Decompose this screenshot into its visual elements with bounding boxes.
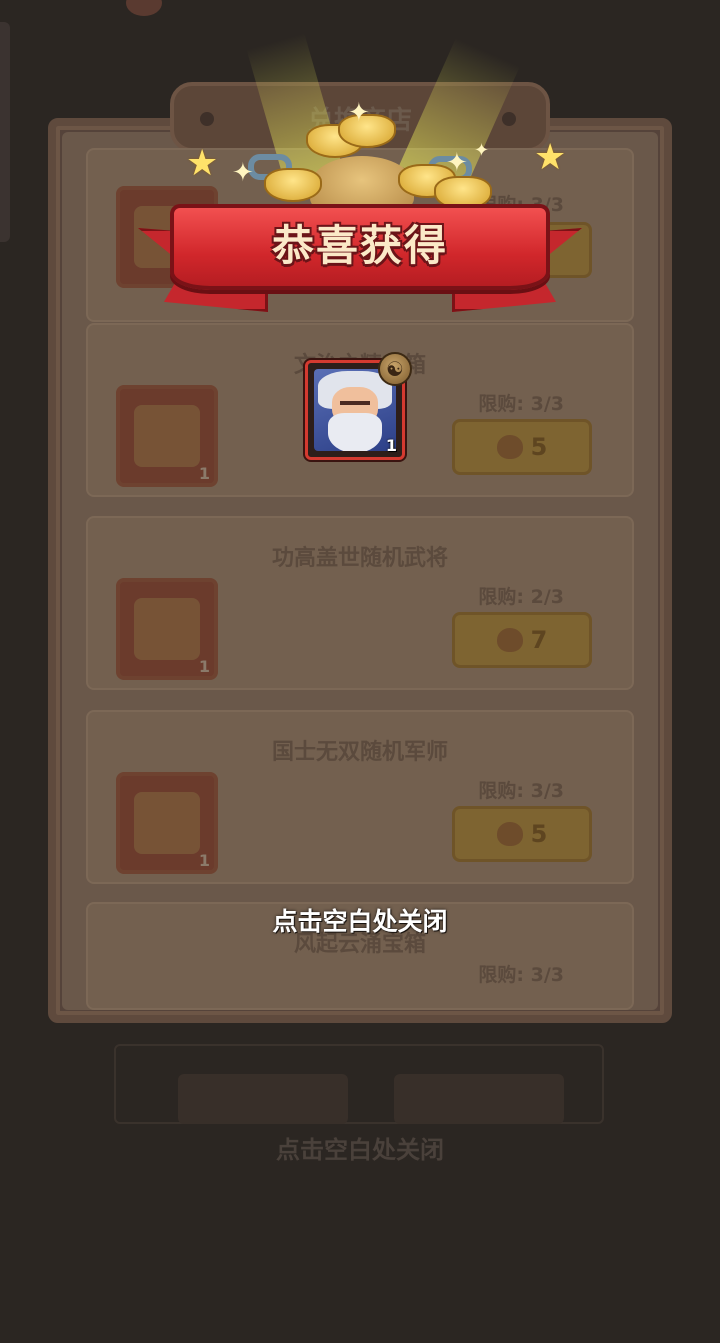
close-hint[interactable]: 点击空白处关闭	[0, 902, 720, 938]
general-icon: 1	[116, 578, 218, 680]
hero-eyes	[340, 401, 370, 406]
shop-item-limit: 限购: 3/3	[478, 780, 564, 802]
sparkle-icon: ✦	[474, 140, 490, 161]
shop-item-limit: 限购: 3/3	[478, 964, 564, 986]
item-count: 1	[198, 851, 210, 870]
shop-item-name: 国士无双随机军师	[271, 740, 448, 765]
reward-count: 1	[385, 436, 397, 455]
bottom-button[interactable]	[178, 1074, 348, 1124]
price-label: 5	[530, 820, 548, 848]
shop-item-card[interactable]: 功高盖世随机武将 1 限购: 2/3 7	[86, 516, 634, 690]
background-close-hint: 点击空白处关闭	[276, 1136, 444, 1164]
sparkle-icon: ✦	[348, 98, 370, 128]
buy-button[interactable]: 5	[452, 419, 592, 475]
peach-currency-icon	[126, 0, 162, 16]
popup-title: 恭喜获得	[271, 221, 448, 270]
peach-icon	[496, 435, 523, 459]
sparkle-icon: ✦	[446, 148, 468, 178]
price-label: 5	[530, 433, 548, 461]
chest-icon: 1	[116, 385, 218, 487]
star-icon: ★	[534, 137, 567, 178]
shop-item-limit: 限购: 3/3	[478, 393, 564, 415]
hero-beard	[328, 413, 382, 451]
item-count: 1	[198, 464, 210, 483]
chest-icon: 1	[116, 772, 218, 874]
faction-badge-icon: ☯	[378, 352, 412, 386]
sparkle-icon: ✦	[232, 158, 254, 188]
faction-badge-symbol: ☯	[386, 357, 404, 381]
bottom-button[interactable]	[394, 1074, 564, 1124]
shop-item-card[interactable]: 国士无双随机军师 1 限购: 3/3 5	[86, 710, 634, 884]
peach-icon	[496, 822, 523, 846]
shop-item-limit: 限购: 2/3	[478, 586, 564, 608]
side-tab	[0, 22, 10, 242]
star-icon: ★	[186, 143, 219, 184]
gold-ingot-icon	[264, 168, 322, 202]
shop-item-name: 功高盖世随机武将	[271, 546, 448, 571]
price-label: 7	[530, 626, 548, 654]
item-count: 1	[198, 657, 210, 676]
peach-icon	[496, 628, 523, 652]
buy-button[interactable]: 7	[452, 612, 592, 668]
buy-button[interactable]: 5	[452, 806, 592, 862]
